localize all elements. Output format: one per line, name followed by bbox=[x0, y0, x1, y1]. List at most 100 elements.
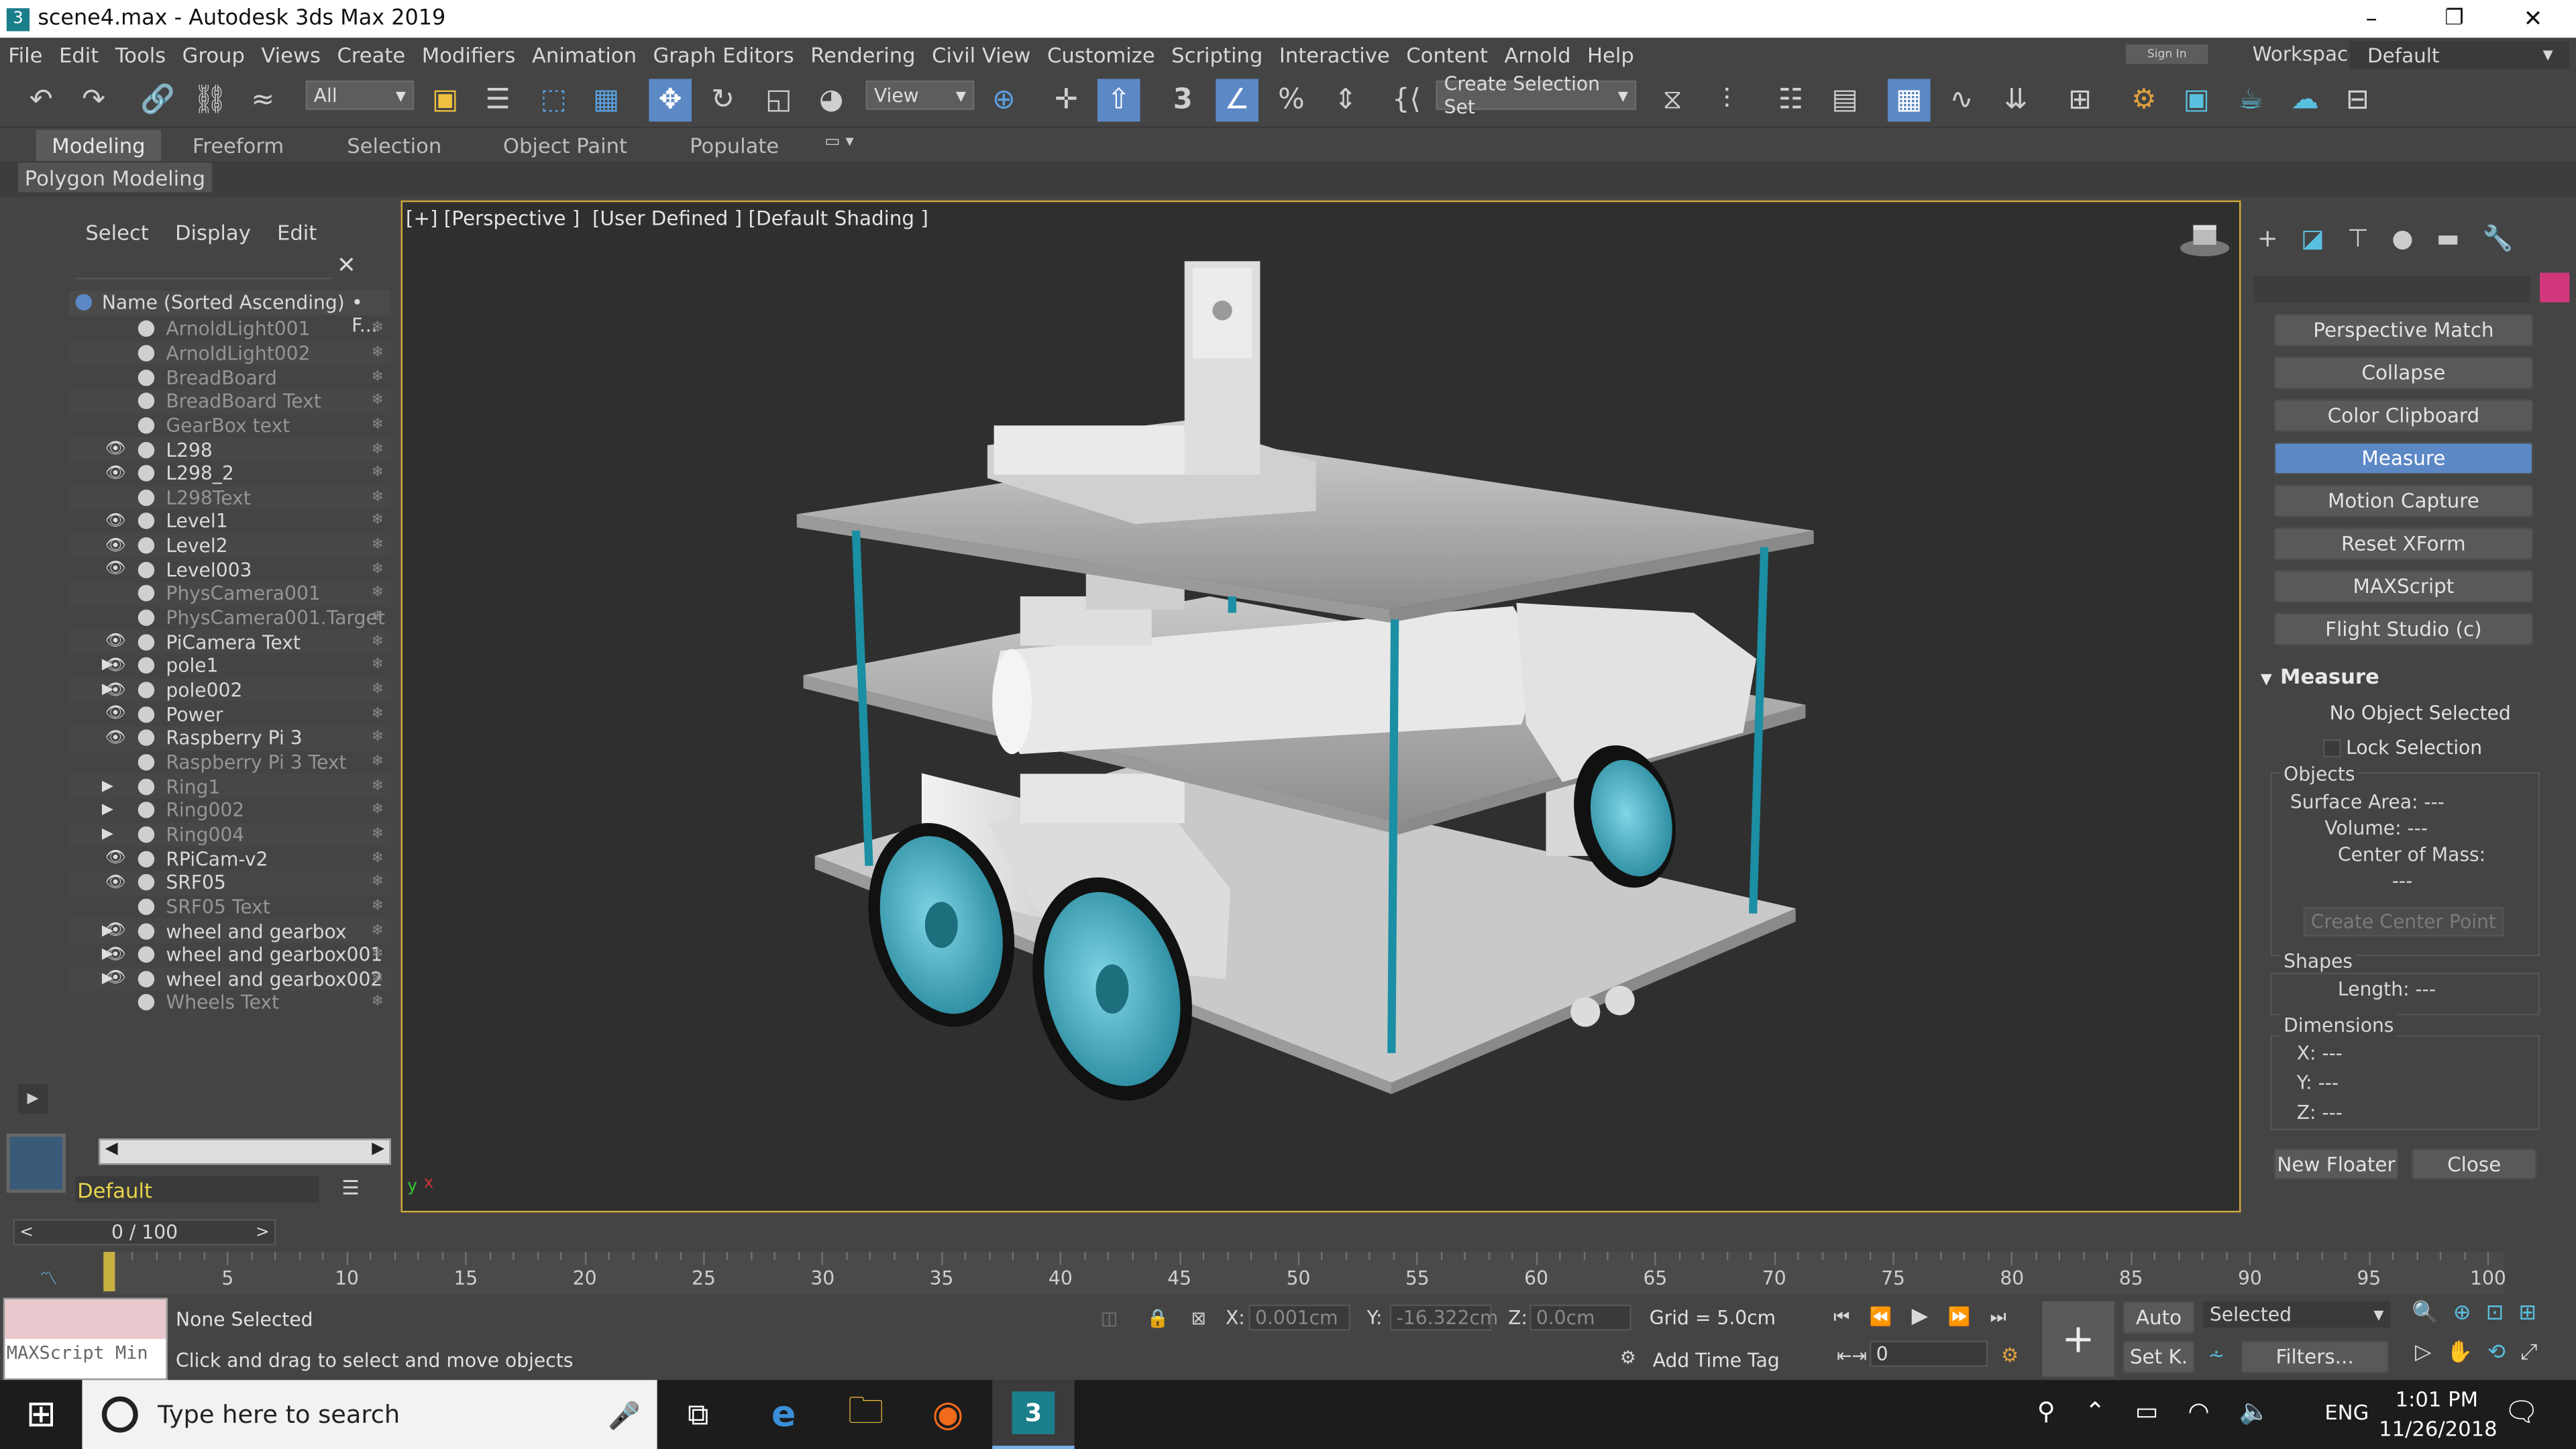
material-editor-icon[interactable]: ⊞ bbox=[2059, 79, 2102, 122]
expand-icon[interactable]: ▶ bbox=[102, 778, 113, 794]
spinner-snap-icon[interactable]: ⇕ bbox=[1324, 79, 1367, 122]
menu-rendering[interactable]: Rendering bbox=[802, 38, 924, 72]
battery-icon[interactable]: ▭ bbox=[2135, 1397, 2159, 1426]
freeze-icon[interactable]: ❄ bbox=[371, 369, 383, 385]
column-header[interactable]: Name (Sorted Ascending) • F... bbox=[68, 290, 391, 337]
measure-rollout-header[interactable]: ▼ Measure bbox=[2261, 663, 2379, 688]
hierarchy-tab-icon[interactable]: ⊤ bbox=[2347, 223, 2369, 253]
maxscript-listener[interactable]: MAXScript Min bbox=[3, 1297, 168, 1381]
time-config-icon[interactable]: ⚙ bbox=[2001, 1344, 2019, 1366]
tab-freeform[interactable]: Freeform bbox=[176, 129, 301, 161]
tree-row[interactable]: ▶ 👁 wheel and gearbox ❄ bbox=[68, 918, 391, 943]
visibility-eye-icon[interactable]: 👁 bbox=[105, 849, 126, 867]
tree-row[interactable]: BreadBoard ❄ bbox=[69, 365, 391, 389]
visibility-eye-icon[interactable]: 👁 bbox=[105, 705, 126, 723]
prev-frame-icon[interactable]: < bbox=[19, 1223, 34, 1241]
freeze-icon[interactable]: ❄ bbox=[371, 634, 383, 650]
key-filter-select[interactable]: Selected ▼ bbox=[2203, 1301, 2391, 1328]
maximize-viewport-icon[interactable]: ⤢ bbox=[2520, 1340, 2537, 1365]
menu-scripting[interactable]: Scripting bbox=[1163, 38, 1271, 72]
selection-filter-select[interactable]: All ▼ bbox=[305, 80, 415, 111]
menu-file[interactable]: File bbox=[0, 38, 51, 72]
tree-row[interactable]: 👁 L298 ❄ bbox=[68, 437, 391, 462]
menu-modifiers[interactable]: Modifiers bbox=[413, 38, 523, 72]
taskbar-search[interactable]: Type here to search 🎤 bbox=[82, 1380, 657, 1449]
orbit-icon[interactable]: ⟲ bbox=[2487, 1340, 2506, 1365]
layer-stack-icon[interactable]: ☰ bbox=[341, 1176, 359, 1199]
menu-animation[interactable]: Animation bbox=[524, 38, 645, 72]
expand-icon[interactable]: ▶ bbox=[102, 826, 113, 843]
close-button-measure[interactable]: Close bbox=[2412, 1148, 2537, 1180]
create-center-point-button[interactable]: Create Center Point bbox=[2303, 906, 2504, 936]
menu-content[interactable]: Content bbox=[1398, 38, 1496, 72]
menu-civil-view[interactable]: Civil View bbox=[924, 38, 1039, 72]
tab-object-paint[interactable]: Object Paint bbox=[493, 129, 638, 161]
set-key-button[interactable]: Set K. bbox=[2123, 1340, 2195, 1374]
freeze-icon[interactable]: ❄ bbox=[371, 658, 383, 674]
people-icon[interactable]: ⚲ bbox=[2037, 1397, 2055, 1426]
tree-row[interactable]: 👁 Raspberry Pi 3 ❄ bbox=[68, 726, 391, 751]
visibility-eye-icon[interactable]: 👁 bbox=[105, 657, 126, 675]
volume-icon[interactable]: 🔈 bbox=[2239, 1397, 2270, 1426]
lock-selection-checkbox[interactable] bbox=[2322, 739, 2341, 757]
clock-time[interactable]: 1:01 PM bbox=[2396, 1387, 2478, 1411]
menu-display[interactable]: Display bbox=[175, 220, 251, 245]
freeze-icon[interactable]: ❄ bbox=[371, 971, 383, 987]
tree-row[interactable]: 👁 RPiCam-v2 ❄ bbox=[69, 847, 391, 871]
angle-snap-icon[interactable]: ∠ bbox=[1216, 78, 1258, 122]
tree-row[interactable]: 👁 Level1 ❄ bbox=[69, 510, 391, 534]
tree-row[interactable]: 👁 PiCamera Text ❄ bbox=[68, 630, 391, 654]
polygon-modeling-tab[interactable]: Polygon Modeling bbox=[17, 162, 212, 193]
render-production-icon[interactable]: ☕ bbox=[2229, 79, 2272, 122]
freeze-icon[interactable]: ❄ bbox=[371, 947, 383, 963]
visibility-eye-icon[interactable]: 👁 bbox=[105, 946, 126, 964]
visibility-eye-icon[interactable]: 👁 bbox=[105, 633, 126, 651]
freeze-icon[interactable]: ❄ bbox=[371, 561, 383, 578]
freeze-icon[interactable]: ❄ bbox=[371, 417, 383, 433]
goto-end-icon[interactable]: ⏭ bbox=[1990, 1305, 2006, 1328]
freeze-icon[interactable]: ❄ bbox=[371, 898, 383, 914]
menu-select[interactable]: Select bbox=[85, 220, 148, 245]
freeze-icon[interactable]: ❄ bbox=[371, 537, 383, 553]
menu-arnold[interactable]: Arnold bbox=[1496, 38, 1579, 72]
visibility-eye-icon[interactable]: 👁 bbox=[105, 464, 126, 482]
named-selection-set-select[interactable]: Create Selection Set ▼ bbox=[1436, 72, 1637, 118]
toggle-ribbon-icon[interactable]: ▦ bbox=[1887, 78, 1931, 122]
show-hidden-icons[interactable]: ⌃ bbox=[2085, 1397, 2106, 1426]
tree-row[interactable]: PhysCamera001 ❄ bbox=[68, 582, 391, 606]
pivot-center-icon[interactable]: ⊕ bbox=[983, 79, 1026, 122]
tab-populate[interactable]: Populate bbox=[674, 129, 795, 161]
utility-button-collapse[interactable]: Collapse bbox=[2273, 356, 2534, 390]
tree-row[interactable]: 👁 Power ❄ bbox=[69, 702, 391, 727]
menu-create[interactable]: Create bbox=[329, 38, 413, 72]
menu-edit[interactable]: Edit bbox=[51, 38, 107, 72]
wifi-icon[interactable]: ◠ bbox=[2188, 1397, 2209, 1426]
edge-icon[interactable]: e bbox=[759, 1390, 808, 1439]
visibility-eye-icon[interactable]: 👁 bbox=[105, 537, 126, 555]
field-of-view-icon[interactable]: ▷ bbox=[2415, 1340, 2431, 1365]
utility-button-motion-capture[interactable]: Motion Capture bbox=[2273, 484, 2534, 518]
tree-row[interactable]: ▶ 👁 pole1 ❄ bbox=[69, 654, 391, 678]
tree-row[interactable]: ▶ Ring002 ❄ bbox=[69, 798, 391, 822]
freeze-icon[interactable]: ❄ bbox=[371, 489, 383, 505]
tree-row[interactable]: ▶ 👁 pole002 ❄ bbox=[68, 678, 391, 702]
object-color-swatch[interactable] bbox=[2540, 272, 2570, 303]
expand-icon[interactable]: ▶ bbox=[102, 802, 113, 818]
visibility-eye-icon[interactable]: 👁 bbox=[105, 922, 126, 940]
scale-icon[interactable]: ◱ bbox=[757, 79, 800, 122]
modify-tab-icon[interactable]: ◪ bbox=[2301, 223, 2324, 253]
curve-editor-icon[interactable]: ∿ bbox=[1940, 79, 1983, 122]
freeze-icon[interactable]: ❄ bbox=[371, 345, 383, 361]
next-frame-icon[interactable]: > bbox=[256, 1223, 270, 1241]
workspaces-select[interactable]: Default ▼ bbox=[2349, 41, 2570, 69]
utilities-tab-icon[interactable]: 🔧 bbox=[2483, 223, 2514, 253]
zoom-all-icon[interactable]: ⊕ bbox=[2453, 1301, 2471, 1326]
rect-selection-icon[interactable]: ⬚ bbox=[532, 79, 575, 122]
render-setup-icon[interactable]: ⚙ bbox=[2123, 79, 2165, 122]
explorer-expand-icon[interactable]: ▶ bbox=[17, 1084, 48, 1114]
utility-button-color-clipboard[interactable]: Color Clipboard bbox=[2273, 399, 2534, 433]
layer-select[interactable]: Default bbox=[75, 1176, 319, 1203]
viewport-perspective[interactable]: [+] [Perspective ] [User Defined ] [Defa… bbox=[400, 200, 2241, 1213]
tab-modeling[interactable]: Modeling bbox=[36, 129, 162, 162]
tree-row[interactable]: BreadBoard Text ❄ bbox=[68, 389, 391, 413]
